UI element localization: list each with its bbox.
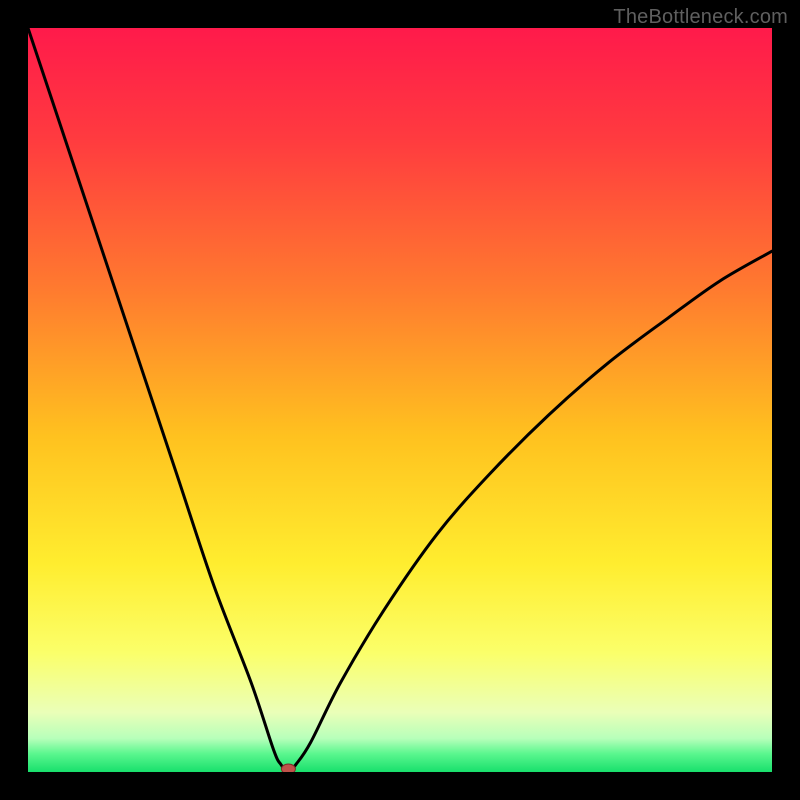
chart-svg [28, 28, 772, 772]
chart-frame: TheBottleneck.com [0, 0, 800, 800]
gradient-background [28, 28, 772, 772]
watermark-text: TheBottleneck.com [613, 6, 788, 29]
optimum-marker [281, 764, 295, 772]
plot-area [28, 28, 772, 772]
